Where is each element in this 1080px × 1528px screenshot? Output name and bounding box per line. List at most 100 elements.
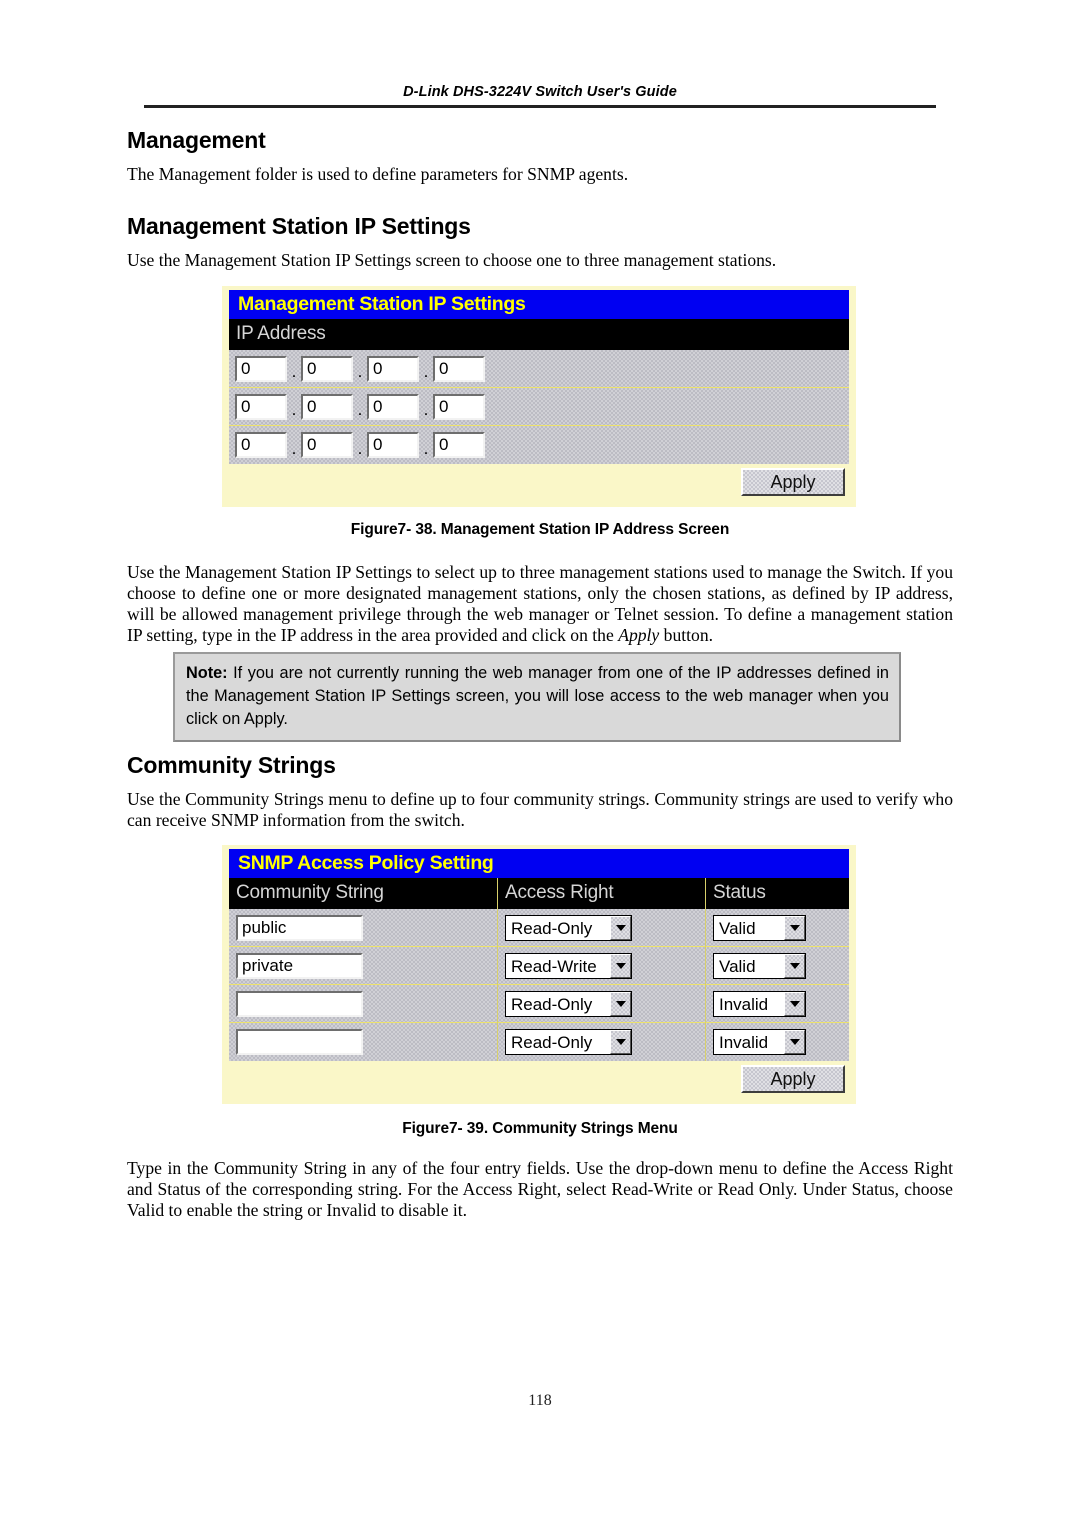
table-row: 0 . 0 . 0 . 0 [229, 388, 849, 426]
page-number: 118 [528, 1392, 552, 1409]
octet-separator: . [423, 400, 429, 419]
ip-octet-input[interactable]: 0 [235, 432, 287, 458]
table-row: private Read-Write Valid [229, 946, 849, 985]
octet-separator: . [357, 400, 363, 419]
paragraph-management-intro: The Management folder is used to define … [127, 164, 629, 184]
status-value: Valid [719, 956, 756, 976]
ip-octet-input[interactable]: 0 [367, 355, 419, 382]
community-string-input[interactable]: public [236, 914, 363, 941]
heading-community-strings: Community Strings [127, 752, 336, 778]
figure-management-station-ip-screen: Management Station IP Settings IP Addres… [222, 286, 856, 507]
cell-status: Invalid [705, 984, 849, 1023]
access-right-value: Read-Write [511, 956, 597, 976]
ip-octet-input[interactable]: 0 [301, 393, 353, 420]
octet-separator: . [291, 438, 297, 458]
cell-community-string: public [229, 914, 497, 941]
status-value: Invalid [719, 994, 769, 1014]
paragraph-station-body-text: Use the Management Station IP Settings t… [127, 562, 953, 645]
chevron-down-icon[interactable] [610, 915, 631, 940]
ip-octet-input[interactable]: 0 [433, 355, 485, 382]
figure2-footer: Apply [229, 1061, 849, 1099]
chevron-down-icon[interactable] [610, 1030, 631, 1054]
note-box: Note: If you are not currently running t… [173, 652, 901, 742]
ip-octet-input[interactable]: 0 [367, 432, 419, 458]
community-string-input[interactable] [236, 1029, 363, 1055]
cell-status: Valid [705, 908, 849, 947]
chevron-down-icon[interactable] [784, 991, 805, 1016]
status-select[interactable]: Invalid [713, 990, 806, 1017]
figure2-caption: Figure7- 39. Community Strings Menu [402, 1120, 678, 1137]
heading-management-station-ip-settings: Management Station IP Settings [127, 213, 471, 239]
access-right-value: Read-Only [511, 994, 593, 1014]
octet-separator: . [291, 400, 297, 419]
table-row: public Read-Only Valid [229, 908, 849, 947]
chevron-down-icon[interactable] [784, 915, 805, 940]
ip-octet-input[interactable]: 0 [301, 432, 353, 458]
community-string-input[interactable] [236, 990, 363, 1017]
status-select[interactable]: Valid [713, 952, 806, 979]
paragraph-community-intro: Use the Community Strings menu to define… [127, 789, 953, 830]
apply-button[interactable]: Apply [741, 468, 845, 496]
cell-community-string [229, 990, 497, 1017]
ip-octet-input[interactable]: 0 [301, 355, 353, 382]
chevron-down-icon[interactable] [784, 1030, 805, 1054]
table-row: 0 . 0 . 0 . 0 [229, 350, 849, 388]
octet-separator: . [291, 362, 297, 381]
access-right-select[interactable]: Read-Only [505, 914, 632, 941]
figure1-footer: Apply [229, 464, 849, 502]
ip-octet-input[interactable]: 0 [235, 393, 287, 420]
paragraph-station-intro: Use the Management Station IP Settings s… [127, 250, 777, 270]
paragraph-station-body-tail: button. [659, 625, 714, 645]
community-string-input[interactable]: private [236, 952, 363, 979]
chevron-down-icon[interactable] [610, 953, 631, 978]
cell-access-right: Read-Only [497, 908, 705, 947]
chevron-down-icon[interactable] [610, 991, 631, 1016]
figure1-caption: Figure7- 38. Management Station IP Addre… [350, 521, 730, 538]
running-header: D-Link DHS-3224V Switch User's Guide [403, 84, 677, 100]
paragraph-community-body: Type in the Community String in any of t… [127, 1158, 953, 1220]
status-select[interactable]: Invalid [713, 1029, 806, 1055]
apply-word-italic: Apply [618, 625, 660, 645]
status-value: Valid [719, 918, 756, 938]
ip-octet-input[interactable]: 0 [433, 432, 485, 458]
access-right-value: Read-Only [511, 918, 593, 938]
figure2-column-header-status: Status [705, 878, 849, 909]
access-right-select[interactable]: Read-Only [505, 990, 632, 1017]
cell-access-right: Read-Write [497, 946, 705, 985]
octet-separator: . [423, 362, 429, 381]
access-right-value: Read-Only [511, 1033, 593, 1052]
figure2-column-header-community-string: Community String [236, 882, 384, 903]
figure2-title-bar: SNMP Access Policy Setting [229, 849, 849, 878]
cell-community-string: private [229, 952, 497, 979]
apply-button[interactable]: Apply [741, 1065, 845, 1093]
figure2-column-header-access-right: Access Right [497, 878, 705, 909]
octet-separator: . [423, 438, 429, 458]
ip-octet-input[interactable]: 0 [235, 355, 287, 382]
octet-separator: . [357, 362, 363, 381]
chevron-down-icon[interactable] [784, 953, 805, 978]
access-right-select[interactable]: Read-Write [505, 952, 632, 979]
figure1-column-header-row: IP Address [229, 319, 849, 350]
status-select[interactable]: Valid [713, 914, 806, 941]
document-page: D-Link DHS-3224V Switch User's Guide Man… [0, 0, 1080, 1528]
paragraph-station-body: Use the Management Station IP Settings t… [127, 562, 953, 646]
cell-community-string [229, 1029, 497, 1055]
note-label: Note: [186, 664, 228, 682]
access-right-select[interactable]: Read-Only [505, 1029, 632, 1055]
ip-octet-input[interactable]: 0 [433, 393, 485, 420]
status-value: Invalid [719, 1033, 769, 1052]
cell-access-right: Read-Only [497, 1023, 705, 1061]
octet-separator: . [357, 438, 363, 458]
note-text: If you are not currently running the web… [186, 664, 889, 728]
figure2-column-header-row: Community String Access Right Status [229, 878, 849, 909]
figure1-column-header-ip-address: IP Address [236, 323, 326, 344]
header-rule [144, 105, 936, 108]
figure1-body: 0 . 0 . 0 . 0 0 . 0 . 0 . 0 0 . 0 . 0 . … [229, 350, 849, 464]
figure1-title-bar: Management Station IP Settings [229, 290, 849, 319]
ip-octet-input[interactable]: 0 [367, 393, 419, 420]
table-row: Read-Only Invalid [229, 984, 849, 1023]
heading-management: Management [127, 127, 266, 153]
figure2-body: public Read-Only Valid private Read-Writ… [229, 908, 849, 1061]
table-row: Read-Only Invalid [229, 1023, 849, 1061]
cell-status: Valid [705, 946, 849, 985]
